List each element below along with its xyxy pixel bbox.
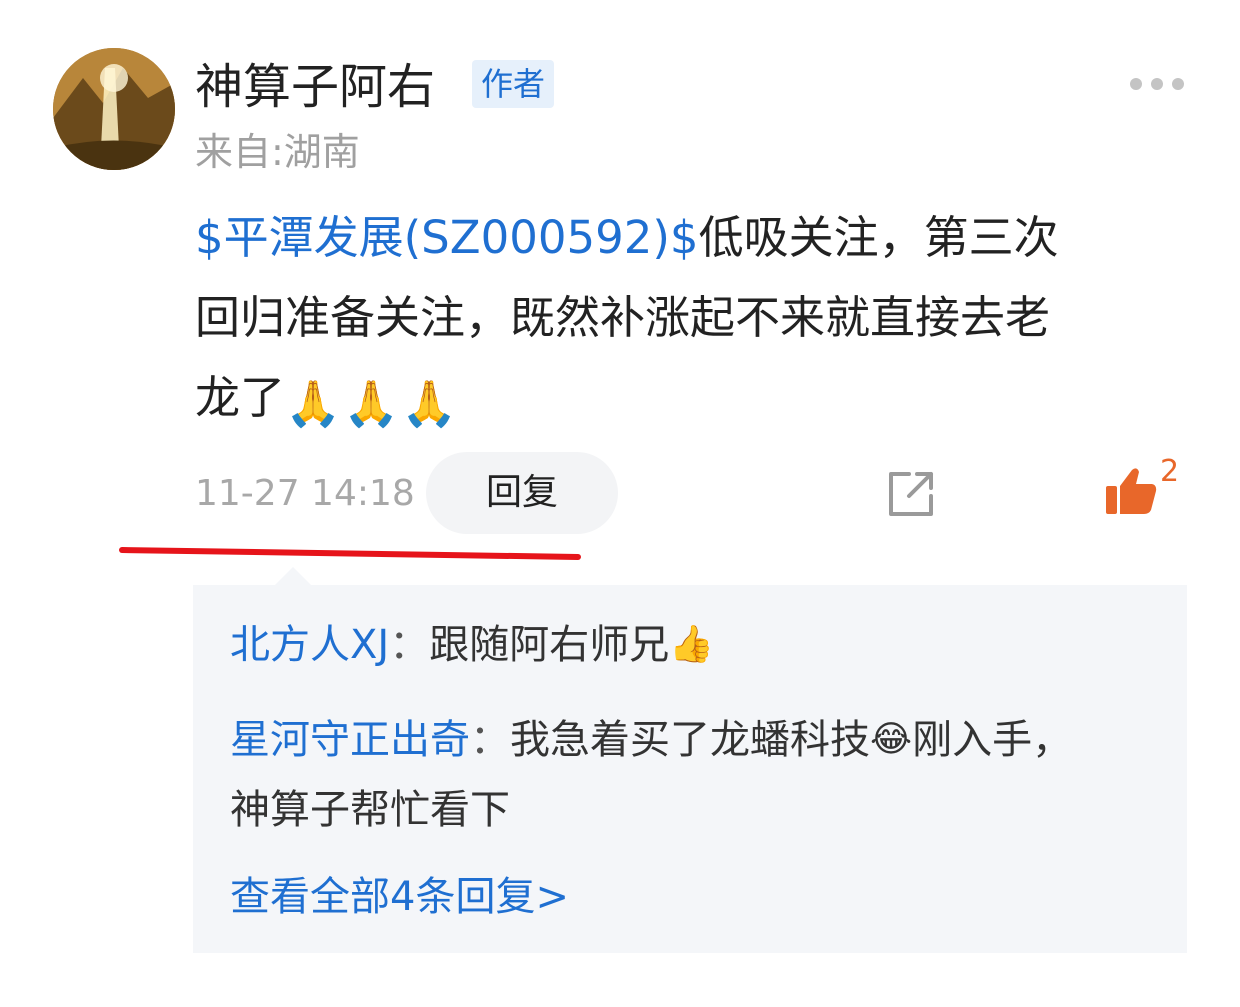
praying-hands-emoji: 🙏🙏🙏: [285, 377, 460, 430]
replies-panel: 北方人XJ：跟随阿右师兄👍 星河守正出奇：我急着买了龙蟠科技😂刚入手，神算子帮忙…: [193, 567, 1187, 953]
view-all-replies-link[interactable]: 查看全部4条回复>: [230, 865, 569, 929]
more-dots-icon[interactable]: [1130, 76, 1186, 92]
post-text-line1: 低吸关注，第三次: [698, 211, 1059, 264]
reply-username[interactable]: 北方人XJ: [230, 622, 389, 668]
reply-text: 跟随阿右师兄: [429, 622, 670, 668]
like-count: 2: [1160, 454, 1180, 489]
post-text-line3: 龙了: [195, 371, 286, 424]
reply-button[interactable]: 回复: [426, 452, 618, 534]
red-underline-annotation: [119, 547, 581, 560]
reply-item[interactable]: 星河守正出奇：我急着买了龙蟠科技😂刚入手，神算子帮忙看下: [230, 705, 1110, 845]
post-time: 11-27 14:18: [195, 473, 415, 514]
post-content: $平潭发展(SZ000592)$低吸关注，第三次 回归准备关注，既然补涨起不来就…: [195, 198, 1195, 444]
author-name[interactable]: 神算子阿右: [195, 55, 435, 119]
reply-item[interactable]: 北方人XJ：跟随阿右师兄👍: [230, 613, 1160, 677]
location-label: 来自:湖南: [195, 130, 360, 174]
reply-text: 我急着买了龙蟠科技: [510, 717, 870, 763]
stock-link[interactable]: $平潭发展(SZ000592)$: [195, 211, 699, 264]
laughing-crying-emoji: 😂: [870, 719, 913, 760]
thumbs-up-emoji: 👍: [669, 624, 715, 665]
reply-username[interactable]: 星河守正出奇: [230, 717, 470, 763]
reply-separator: ：: [389, 622, 430, 668]
share-icon[interactable]: [883, 466, 939, 522]
reply-separator: ：: [470, 717, 510, 763]
author-badge: 作者: [472, 60, 555, 108]
thumbs-up-icon[interactable]: [1104, 466, 1158, 516]
avatar-image: [53, 48, 175, 170]
author-avatar[interactable]: [53, 48, 175, 170]
post-text-line2: 回归准备关注，既然补涨起不来就直接去老: [195, 291, 1051, 344]
